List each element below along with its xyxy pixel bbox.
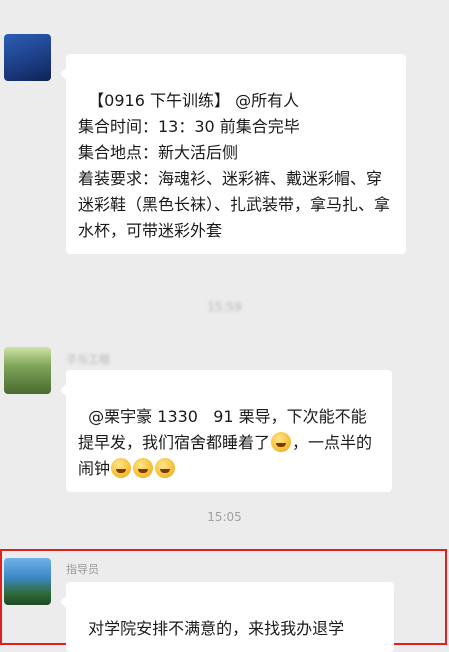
sleepy-emoji-icon [271,432,292,452]
avatar-user-3[interactable] [4,558,51,605]
timestamp-2: 15:05 [207,510,242,524]
laughing-emoji-icon [155,458,176,478]
sender-name-2: 子与工程 [66,353,110,366]
message-bubble-2[interactable]: @栗宇豪 1330 91 栗导，下次能不能提早发，我们宿舍都睡着了 ，一点半的闹钟 [60,370,392,492]
message-bubble-3[interactable]: 对学院安排不满意的，来找我办退学 [60,582,394,652]
message-text-3: 对学院安排不满意的，来找我办退学 [88,619,345,638]
message-text-1: 【0916 下午训练】 @所有人 集合时间：13：30 前集合完毕 集合地点：新… [78,91,391,240]
avatar-user-2[interactable] [4,347,51,394]
laughing-emoji-icon [133,458,154,478]
laughing-emoji-icon [111,458,132,478]
sender-name-3: 指导员 [66,563,99,576]
timestamp-1: 15:59 [207,300,242,314]
avatar-user-1[interactable] [4,34,51,81]
message-bubble-1[interactable]: 【0916 下午训练】 @所有人 集合时间：13：30 前集合完毕 集合地点：新… [60,54,406,254]
